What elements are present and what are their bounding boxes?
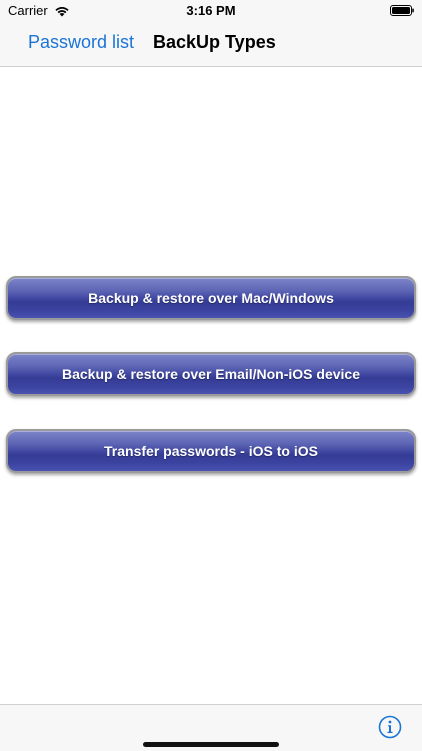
status-bar: Carrier 3:16 PM bbox=[0, 0, 422, 22]
navigation-bar: Password list BackUp Types bbox=[0, 22, 422, 67]
info-icon[interactable] bbox=[378, 715, 402, 739]
page-title: BackUp Types bbox=[153, 32, 276, 52]
back-button-password-list[interactable]: Password list bbox=[28, 32, 134, 53]
home-indicator bbox=[143, 742, 279, 747]
backup-types-content: Backup & restore over Mac/Windows Backup… bbox=[0, 67, 422, 704]
status-time: 3:16 PM bbox=[186, 3, 236, 18]
battery-icon bbox=[390, 5, 414, 16]
transfer-ios-to-ios-button[interactable]: Transfer passwords - iOS to iOS bbox=[6, 429, 416, 473]
backup-mac-windows-button[interactable]: Backup & restore over Mac/Windows bbox=[6, 276, 416, 320]
backup-email-non-ios-button[interactable]: Backup & restore over Email/Non-iOS devi… bbox=[6, 352, 416, 396]
